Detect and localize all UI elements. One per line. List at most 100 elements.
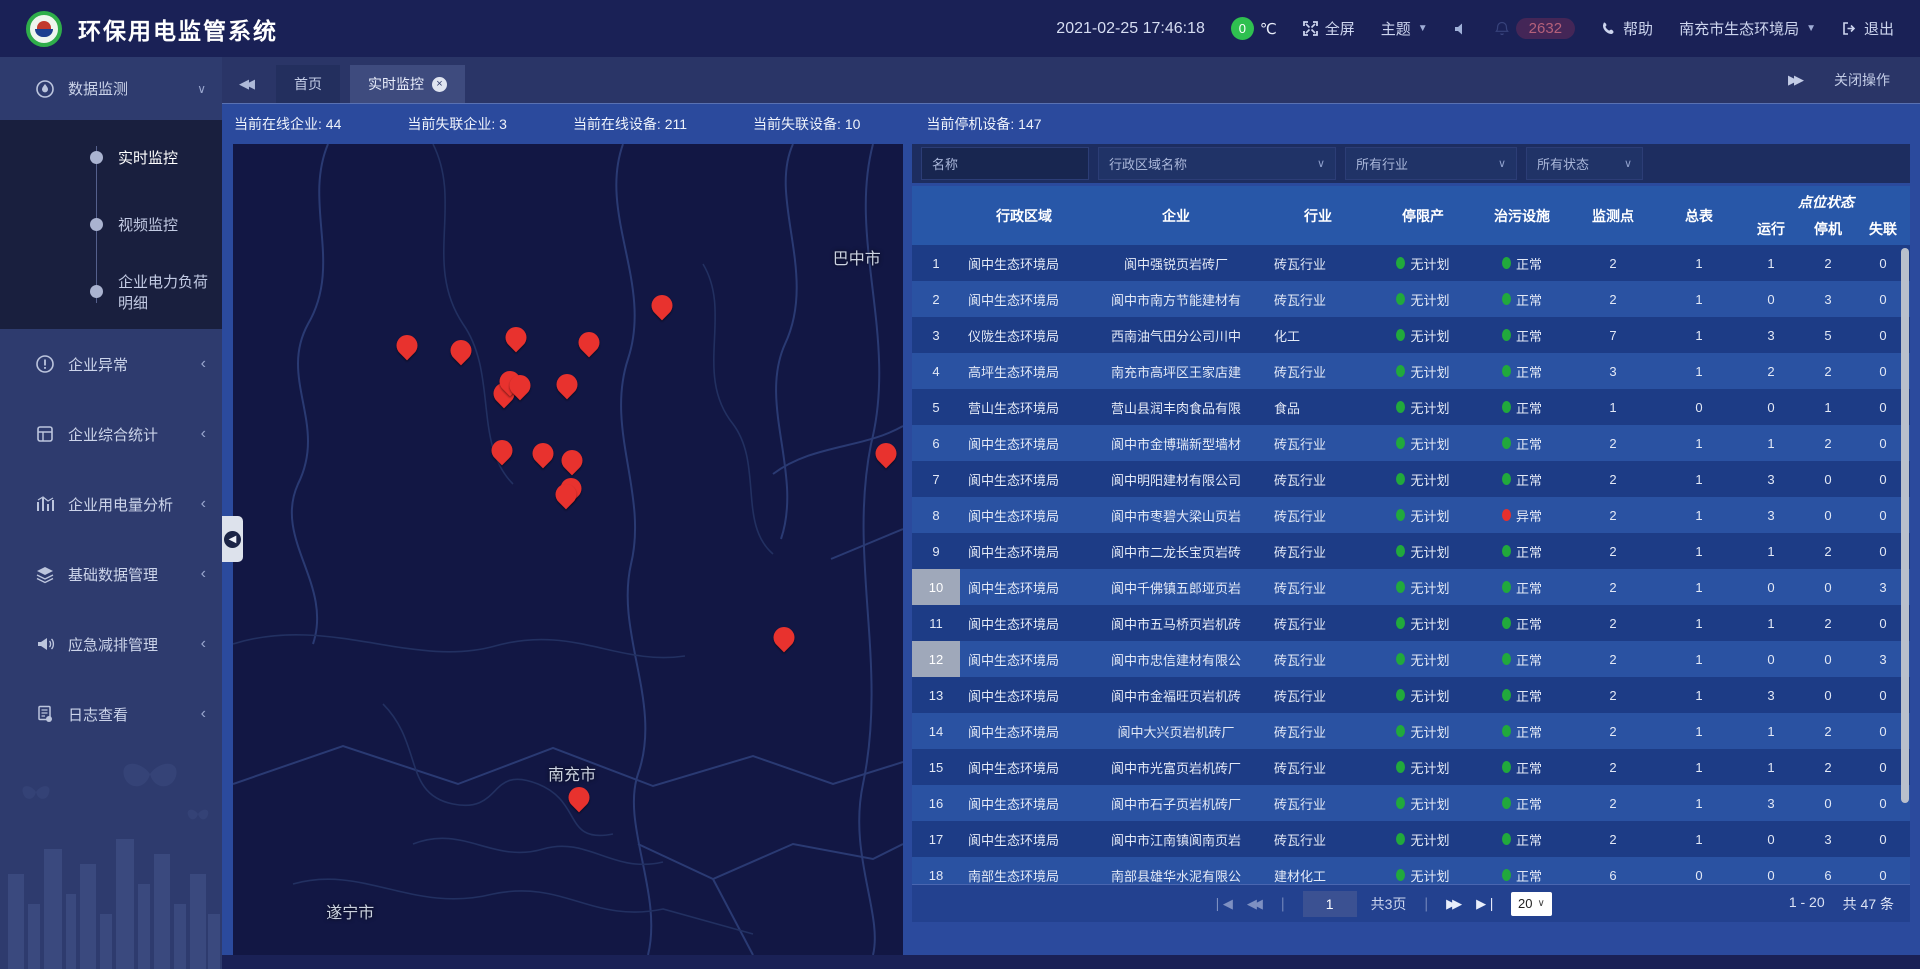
- table-row[interactable]: 4高坪生态环境局南充市高坪区王家店建砖瓦行业无计划正常31220: [912, 353, 1910, 389]
- industry-select[interactable]: 所有行业 ∨: [1345, 147, 1517, 180]
- sidebar-item-4[interactable]: 基础数据管理‹: [0, 539, 222, 609]
- cell-limit-production: 无计划: [1372, 605, 1474, 641]
- sidebar-item-2[interactable]: 企业综合统计‹: [0, 399, 222, 469]
- cell-limit-production-label: 无计划: [1410, 794, 1449, 813]
- table-row[interactable]: 16阆中生态环境局阆中市石子页岩机砖厂砖瓦行业无计划正常21300: [912, 785, 1910, 821]
- table-row[interactable]: 6阆中生态环境局阆中市金博瑞新型墙材砖瓦行业无计划正常21120: [912, 425, 1910, 461]
- sidebar-subitem-0-2[interactable]: 企业电力负荷明细: [0, 258, 222, 325]
- cell-meters: 0: [1656, 857, 1742, 884]
- close-operations-button[interactable]: 关闭操作: [1834, 70, 1890, 90]
- table-row[interactable]: 9阆中生态环境局阆中市二龙长宝页岩砖砖瓦行业无计划正常21120: [912, 533, 1910, 569]
- city-label: 南充市: [548, 761, 596, 785]
- cell-stop: 2: [1800, 353, 1856, 389]
- table-row[interactable]: 3仪陇生态环境局西南油气田分公司川中化工无计划正常71350: [912, 317, 1910, 353]
- table-scrollbar-thumb[interactable]: [1901, 248, 1909, 803]
- table-row[interactable]: 11阆中生态环境局阆中市五马桥页岩机砖砖瓦行业无计划正常21120: [912, 605, 1910, 641]
- cell-pollution-facility-label: 正常: [1516, 866, 1542, 885]
- next-page-button[interactable]: ▶▶: [1446, 896, 1462, 912]
- cell-region: 南部生态环境局: [960, 857, 1088, 884]
- prev-page-button[interactable]: ◀◀: [1247, 896, 1263, 912]
- sound-toggle[interactable]: [1454, 22, 1468, 36]
- help-button[interactable]: 帮助: [1601, 18, 1653, 39]
- table-body: 1阆中生态环境局阆中强锐页岩砖厂砖瓦行业无计划正常211202阆中生态环境局阆中…: [912, 245, 1910, 884]
- table-row[interactable]: 15阆中生态环境局阆中市光富页岩机砖厂砖瓦行业无计划正常21120: [912, 749, 1910, 785]
- sidebar-subitem-0-1[interactable]: 视频监控: [0, 191, 222, 258]
- sidebar-item-0[interactable]: 数据监测∨: [0, 57, 222, 120]
- logout-button[interactable]: 退出: [1842, 18, 1894, 39]
- col-subheader-2: 失联: [1856, 212, 1910, 245]
- cell-company: 西南油气田分公司川中: [1088, 317, 1264, 353]
- tabs-scroll-left-button[interactable]: ◀◀: [222, 65, 276, 103]
- table-row[interactable]: 2阆中生态环境局阆中市南方节能建材有砖瓦行业无计划正常21030: [912, 281, 1910, 317]
- cell-region: 阆中生态环境局: [960, 461, 1088, 497]
- region-select[interactable]: 行政区域名称 ∨: [1098, 147, 1336, 180]
- row-index: 6: [912, 425, 960, 461]
- sidebar-item-6[interactable]: 日志查看‹: [0, 679, 222, 749]
- close-icon[interactable]: ×: [432, 77, 447, 92]
- cell-region: 阆中生态环境局: [960, 641, 1088, 677]
- cell-company: 阆中明阳建材有限公司: [1088, 461, 1264, 497]
- bullet-dot-icon: [90, 218, 103, 231]
- pagination-summary: 1 - 20 共 47 条: [1789, 894, 1894, 914]
- map-panel[interactable]: 巴中市南充市遂宁市: [233, 144, 903, 955]
- sidebar-item-label: 日志查看: [68, 704, 128, 725]
- theme-button[interactable]: 主题 ▼: [1381, 18, 1428, 39]
- cell-meters: 1: [1656, 677, 1742, 713]
- table-row[interactable]: 17阆中生态环境局阆中市江南镇阆南页岩砖瓦行业无计划正常21030: [912, 821, 1910, 857]
- tab-operations: ▶▶ 关闭操作: [1788, 57, 1920, 103]
- sidebar-item-1[interactable]: 企业异常‹: [0, 329, 222, 399]
- page-number-input[interactable]: 1: [1303, 891, 1357, 917]
- sidebar-subitem-0-0[interactable]: 实时监控: [0, 124, 222, 191]
- notification-area[interactable]: 2632: [1494, 18, 1575, 39]
- row-index: 17: [912, 821, 960, 857]
- cell-limit-production-label: 无计划: [1410, 758, 1449, 777]
- layers-icon: [34, 564, 56, 584]
- status-dot-icon: [1396, 689, 1405, 701]
- table-row[interactable]: 1阆中生态环境局阆中强锐页岩砖厂砖瓦行业无计划正常21120: [912, 245, 1910, 281]
- table-row[interactable]: 18南部生态环境局南部县雄华水泥有限公建材化工无计划正常60060: [912, 857, 1910, 884]
- name-search-input[interactable]: 名称: [921, 147, 1089, 180]
- table-row[interactable]: 8阆中生态环境局阆中市枣碧大梁山页岩砖瓦行业无计划异常21300: [912, 497, 1910, 533]
- fullscreen-button[interactable]: 全屏: [1303, 18, 1355, 39]
- cell-points: 2: [1570, 281, 1656, 317]
- chevron-down-icon: ∨: [1498, 157, 1506, 170]
- status-select[interactable]: 所有状态 ∨: [1526, 147, 1643, 180]
- tabs-scroll-right-button[interactable]: ▶▶: [1788, 72, 1804, 88]
- tab-1[interactable]: 实时监控 ×: [350, 65, 465, 103]
- cell-points: 2: [1570, 821, 1656, 857]
- col-header-3: 停限产: [1372, 186, 1474, 245]
- org-menu[interactable]: 南充市生态环境局 ▼: [1679, 18, 1816, 39]
- sidebar-item-5[interactable]: 应急减排管理‹: [0, 609, 222, 679]
- table-row[interactable]: 10阆中生态环境局阆中千佛镇五郎垭页岩砖瓦行业无计划正常21003: [912, 569, 1910, 605]
- table-row[interactable]: 14阆中生态环境局阆中大兴页岩机砖厂砖瓦行业无计划正常21120: [912, 713, 1910, 749]
- chevron-left-icon: ‹: [201, 495, 206, 513]
- table-row[interactable]: 7阆中生态环境局阆中明阳建材有限公司砖瓦行业无计划正常21300: [912, 461, 1910, 497]
- table-row[interactable]: 12阆中生态环境局阆中市忠信建材有限公砖瓦行业无计划正常21003: [912, 641, 1910, 677]
- sidebar-item-3[interactable]: 企业用电量分析‹: [0, 469, 222, 539]
- status-dot-icon: [1502, 797, 1511, 809]
- cell-pollution-facility-label: 正常: [1516, 722, 1542, 741]
- analysis-icon: [34, 494, 56, 514]
- first-page-button[interactable]: ❘◀: [1212, 896, 1233, 912]
- tab-label: 实时监控: [368, 74, 424, 94]
- cell-limit-production-label: 无计划: [1410, 722, 1449, 741]
- cell-company: 营山县润丰肉食品有限: [1088, 389, 1264, 425]
- tab-0[interactable]: 首页: [276, 65, 340, 103]
- cell-limit-production-label: 无计划: [1410, 650, 1449, 669]
- cell-region: 阆中生态环境局: [960, 569, 1088, 605]
- cell-company: 阆中市南方节能建材有: [1088, 281, 1264, 317]
- name-input-placeholder: 名称: [932, 154, 958, 173]
- sidebar-item-label: 数据监测: [68, 78, 128, 99]
- cell-points: 6: [1570, 857, 1656, 884]
- cell-pollution-facility: 正常: [1474, 533, 1570, 569]
- table-row[interactable]: 5营山生态环境局营山县润丰肉食品有限食品无计划正常10010: [912, 389, 1910, 425]
- table-row[interactable]: 13阆中生态环境局阆中市金福旺页岩机砖砖瓦行业无计划正常21300: [912, 677, 1910, 713]
- map-collapse-handle[interactable]: ◀: [222, 516, 243, 562]
- page-size-select[interactable]: 20 ∨: [1511, 892, 1552, 916]
- double-chevron-left-icon: ◀◀: [239, 76, 255, 92]
- status-dot-icon: [1396, 761, 1405, 773]
- log-icon: [34, 704, 56, 724]
- cell-industry: 砖瓦行业: [1264, 569, 1372, 605]
- cell-pollution-facility-label: 正常: [1516, 686, 1542, 705]
- last-page-button[interactable]: ▶❘: [1476, 896, 1497, 912]
